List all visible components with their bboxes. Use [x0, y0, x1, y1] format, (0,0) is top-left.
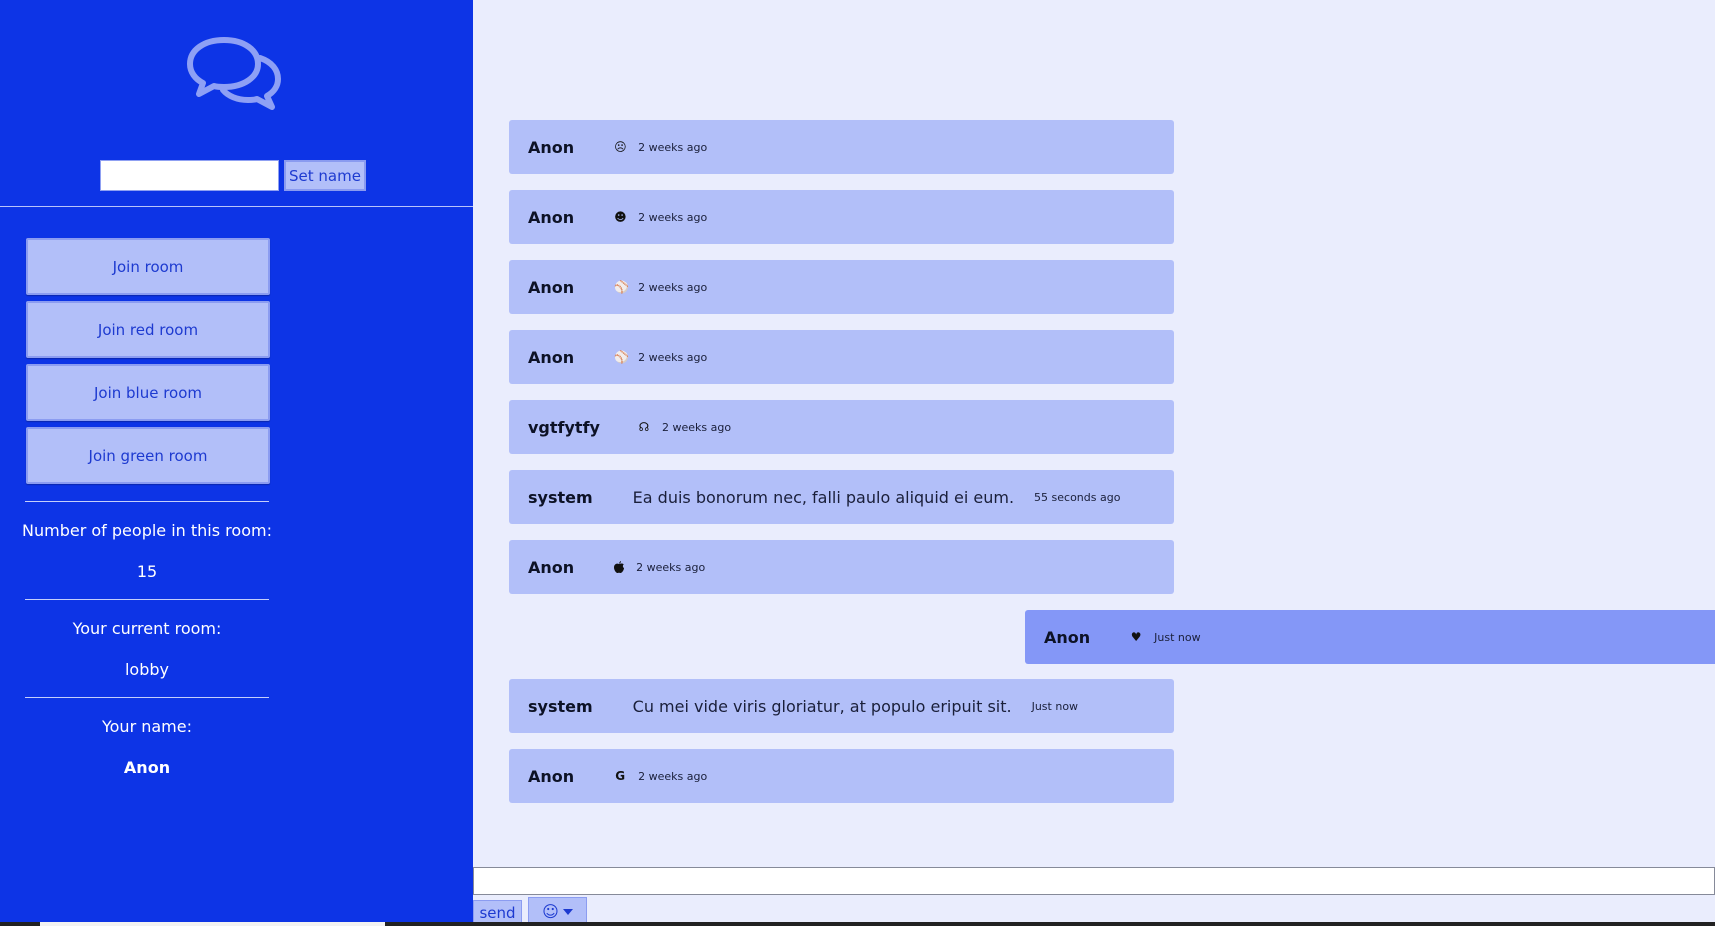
message-time: 2 weeks ago	[661, 420, 732, 434]
message: Anon ☻ 2 weeks ago	[509, 190, 1174, 244]
smiley-icon: ☺	[542, 902, 559, 921]
message-time: 2 weeks ago	[638, 769, 708, 783]
join-blue-room-button[interactable]: Join blue room	[26, 364, 270, 421]
heart-icon: ♥	[1130, 630, 1142, 644]
info-divider	[25, 501, 269, 502]
taskbar-strip-highlight	[40, 922, 385, 926]
google-icon: G	[615, 769, 626, 783]
message: Anon G 2 weeks ago	[509, 749, 1174, 803]
people-count-label: Number of people in this room:	[22, 521, 272, 540]
sidebar-divider	[0, 206, 473, 207]
message: system Cu mei vide viris gloriatur, at p…	[509, 679, 1174, 733]
message-time: 2 weeks ago	[638, 280, 708, 294]
message-author: Anon	[528, 137, 575, 157]
message-time: 2 weeks ago	[636, 560, 706, 574]
info-divider	[25, 697, 269, 698]
message-author: vgtfytfy	[528, 417, 600, 437]
current-room-label: Your current room:	[72, 619, 222, 638]
message-input[interactable]	[473, 867, 1715, 895]
message-author: Anon	[528, 347, 575, 367]
ascending-node-icon: ☊	[638, 420, 650, 434]
message: Anon ⚾ 2 weeks ago	[509, 260, 1174, 314]
message-time: Just now	[1031, 699, 1079, 713]
apple-icon	[614, 561, 625, 573]
join-red-room-button[interactable]: Join red room	[26, 301, 270, 358]
frown-face-icon: ☹	[614, 140, 627, 154]
message-author: Anon	[528, 207, 575, 227]
ball-icon: ⚾	[614, 280, 630, 294]
info-divider	[25, 599, 269, 600]
message: system Ea duis bonorum nec, falli paulo …	[509, 470, 1174, 524]
message-author: Anon	[528, 557, 575, 577]
chat-bubbles-icon	[187, 37, 281, 110]
message-author: Anon	[528, 277, 575, 297]
people-count-value: 15	[136, 562, 158, 581]
message-time: 2 weeks ago	[638, 140, 708, 154]
current-room-value: lobby	[124, 660, 169, 679]
chevron-down-icon	[562, 908, 573, 915]
your-name-label: Your name:	[101, 717, 192, 736]
chat-area: Anon ☹ 2 weeks ago Anon ☻ 2 weeks ago An…	[473, 0, 1715, 926]
message-time: 2 weeks ago	[638, 350, 708, 364]
smile-face-icon: ☻	[614, 210, 627, 224]
sidebar: Set name Join room Join red room Join bl…	[0, 0, 473, 926]
set-name-button[interactable]: Set name	[284, 160, 366, 191]
ball-icon: ⚾	[614, 350, 630, 364]
message-time: 2 weeks ago	[638, 210, 708, 224]
name-form: Set name	[100, 160, 366, 191]
message-text: Cu mei vide viris gloriatur, at populo e…	[632, 696, 1012, 716]
message-author: Anon	[528, 766, 575, 786]
message-author: system	[528, 487, 593, 507]
own-message: Anon ♥ Just now	[1025, 610, 1715, 664]
message: vgtfytfy ☊ 2 weeks ago	[509, 400, 1174, 454]
message: Anon ⚾ 2 weeks ago	[509, 330, 1174, 384]
message-author: Anon	[1044, 627, 1091, 647]
name-input[interactable]	[100, 160, 279, 191]
message: Anon 2 weeks ago	[509, 540, 1174, 594]
message-author: system	[528, 696, 593, 716]
message-text: Ea duis bonorum nec, falli paulo aliquid…	[632, 487, 1015, 507]
join-room-button[interactable]: Join room	[26, 238, 270, 295]
message-time: 55 seconds ago	[1034, 490, 1121, 504]
message-time: Just now	[1154, 630, 1201, 644]
join-green-room-button[interactable]: Join green room	[26, 427, 270, 484]
your-name-value: Anon	[123, 758, 171, 777]
message: Anon ☹ 2 weeks ago	[509, 120, 1174, 174]
